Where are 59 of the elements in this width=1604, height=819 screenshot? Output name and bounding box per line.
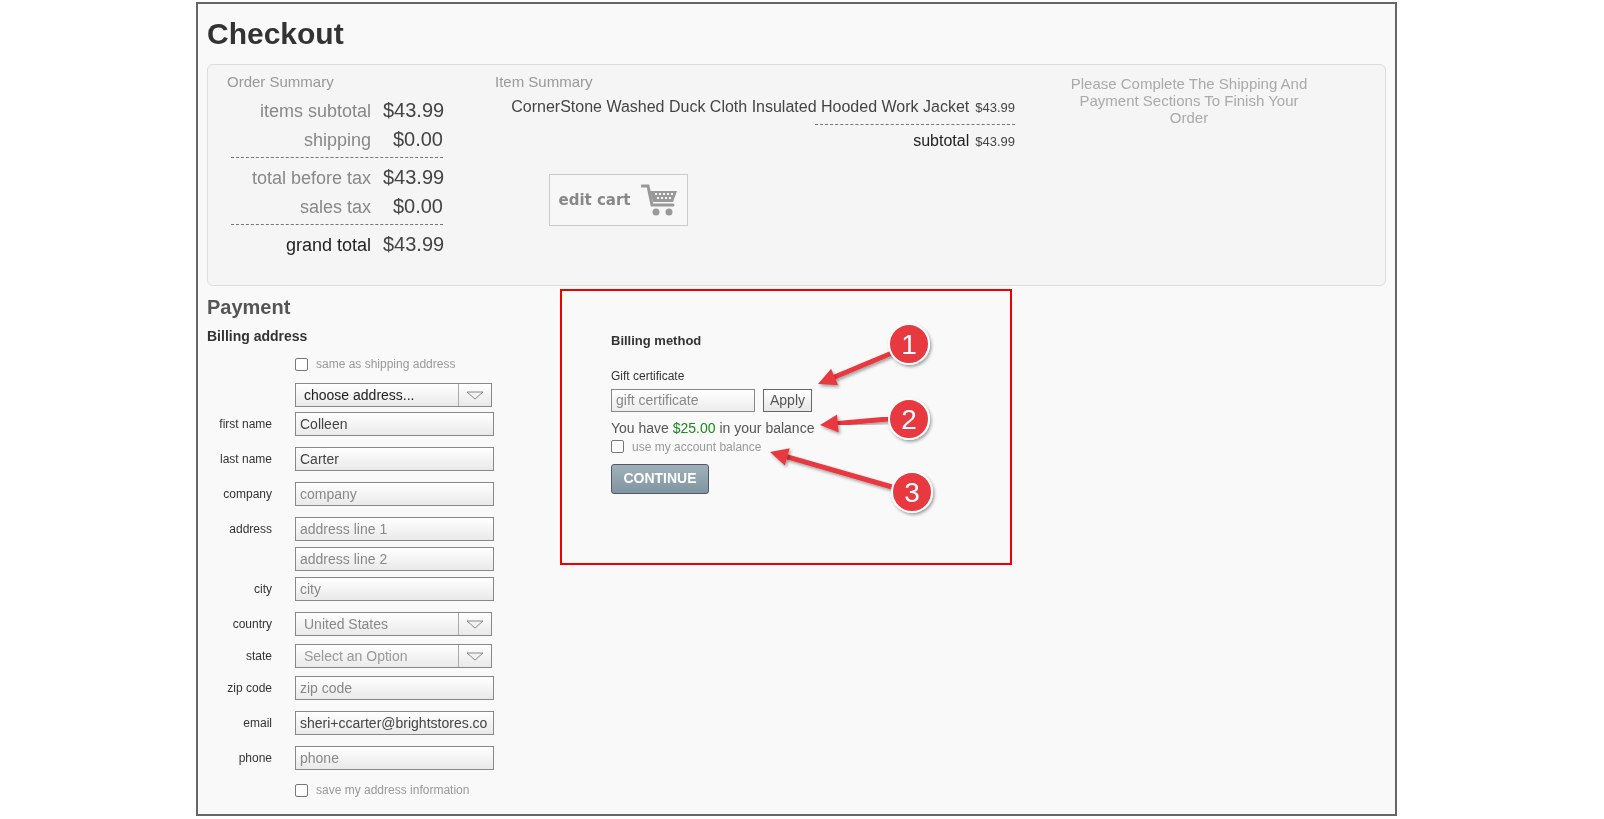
checkbox-label: use my account balance: [632, 438, 762, 456]
checkbox[interactable]: [611, 440, 624, 453]
summary-label: items subtotal: [259, 100, 371, 123]
text-field[interactable]: company: [295, 482, 494, 506]
number-badge: 3: [891, 471, 933, 513]
field-label: last name: [218, 451, 272, 468]
field-label: address: [228, 521, 272, 538]
annotation-arrow: [820, 414, 891, 433]
summary-value: $0.00: [391, 127, 443, 152]
subtotal-label: subtotal: [913, 131, 970, 151]
number-badge: 2: [888, 398, 930, 440]
text-field[interactable]: Carter: [295, 447, 494, 471]
subsection-heading: Billing method: [611, 332, 702, 350]
summary-value: $43.99: [383, 165, 443, 190]
summary-value: $43.99: [383, 232, 443, 257]
summary-label: total before tax: [251, 167, 371, 190]
field-label: phone: [237, 750, 272, 767]
dropdown-arrow-icon: [466, 390, 484, 400]
field-label: email: [242, 715, 272, 732]
summary-label: grand total: [285, 234, 371, 257]
field-label: zip code: [226, 680, 272, 697]
subtotal-value: $43.99: [975, 133, 1015, 151]
summary-value: $43.99: [383, 98, 443, 123]
field-label: company: [222, 486, 272, 503]
gift-certificate-field[interactable]: gift certificate: [611, 388, 755, 412]
field-label: city: [253, 581, 272, 598]
checkbox-label: same as shipping address: [316, 356, 456, 373]
dropdown[interactable]: choose address...: [295, 383, 492, 407]
checkbox-label: save my address information: [316, 782, 470, 799]
field-label: country: [231, 616, 272, 633]
text-field[interactable]: city: [295, 577, 494, 601]
item-price: $43.99: [975, 99, 1015, 117]
checkbox[interactable]: [295, 783, 308, 797]
text-field[interactable]: Colleen: [295, 412, 494, 436]
field-label: Gift certificate: [611, 367, 685, 385]
section-heading: Item Summary: [495, 73, 594, 91]
checkbox[interactable]: [295, 357, 308, 371]
balance-text: You have $25.00 in your balance: [611, 419, 815, 436]
subsection-heading: Billing address: [207, 327, 309, 346]
section-heading: Payment: [207, 296, 292, 318]
field-label: first name: [218, 416, 272, 433]
item-name: CornerStone Washed Duck Cloth Insulated Hooded Work Jacket: [511, 97, 970, 117]
text-field[interactable]: address line 1: [295, 517, 494, 541]
dropdown-arrow-icon: [466, 651, 484, 661]
text-field[interactable]: zip code: [295, 676, 494, 700]
section-heading: Order Summary: [227, 73, 335, 91]
text-field[interactable]: phone: [295, 746, 494, 770]
field-label: state: [245, 648, 272, 665]
summary-value: $0.00: [391, 194, 443, 219]
summary-label: sales tax: [299, 196, 371, 219]
text-field[interactable]: sheri+ccarter@brightstores.co: [295, 711, 494, 735]
number-badge: 1: [888, 323, 930, 365]
shopping-cart-icon: [640, 183, 679, 217]
summary-label: shipping: [303, 129, 371, 152]
dropdown-arrow-icon: [466, 619, 484, 629]
apply-button[interactable]: Apply: [763, 388, 813, 412]
page-title: Checkout: [207, 17, 345, 51]
text-field[interactable]: address line 2: [295, 547, 494, 571]
notice-text: Please Complete The Shipping And Payment Sections To Finish Your Order: [1069, 74, 1309, 128]
